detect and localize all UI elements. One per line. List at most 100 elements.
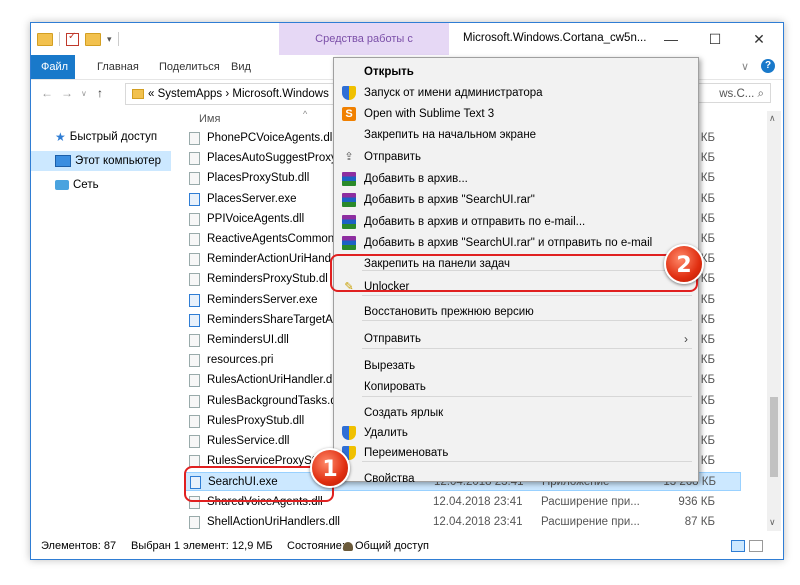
large-icons-view-icon[interactable] (749, 540, 763, 552)
dll-file-icon (189, 233, 200, 246)
network-icon (55, 180, 69, 190)
exe-file-icon (189, 313, 200, 327)
new-folder-icon[interactable] (85, 32, 101, 46)
step-badge-2: 2 (664, 244, 704, 284)
history-dropdown-icon[interactable]: ∨ (81, 89, 87, 98)
status-bar: Элементов: 87 Выбран 1 элемент: 12,9 МБ … (31, 535, 783, 557)
file-name: resources.pri (207, 354, 274, 367)
file-name: RemindersUI.dll (207, 334, 289, 346)
highlight-unlocker (330, 254, 698, 292)
menu-item-label: Свойства (364, 473, 415, 485)
menu-item-7[interactable]: Добавить в архив и отправить по e-mail..… (334, 211, 698, 233)
navigation-pane: ★ Быстрый доступ Этот компьютер Сеть (31, 111, 171, 531)
scrollbar-thumb[interactable] (770, 397, 778, 477)
menu-item-label: Вырезать (364, 360, 416, 372)
menu-item-label: Отправить (364, 333, 422, 345)
file-type: Расширение при... (541, 515, 640, 528)
dll-file-icon (189, 212, 200, 226)
nav-item-network[interactable]: Сеть (31, 175, 171, 195)
file-name: RemindersShareTargetAp (207, 313, 340, 326)
file-name: RulesActionUriHandler.d (207, 374, 333, 387)
share-state-label: Общий доступ (355, 540, 429, 552)
expand-ribbon-icon[interactable]: ∨ (731, 55, 759, 79)
menu-item-label: Удалить (364, 427, 408, 439)
help-icon[interactable]: ? (761, 59, 775, 73)
menu-separator (362, 461, 692, 462)
tab-file[interactable]: Файл (31, 55, 75, 79)
minimize-button[interactable]: — (655, 27, 687, 51)
nav-item-this-pc[interactable]: Этот компьютер (31, 151, 171, 171)
file-size: 936 КБ (678, 495, 715, 508)
divider (59, 32, 60, 46)
scroll-down-icon[interactable]: ∨ (769, 517, 776, 528)
forward-icon[interactable]: → (61, 86, 73, 100)
menu-item-14[interactable]: Копировать (334, 376, 698, 398)
submenu-arrow-icon: › (684, 332, 688, 346)
dll-file-icon (189, 273, 200, 287)
nav-item-label: Сеть (73, 179, 99, 191)
menu-item-5[interactable]: Добавить в архив... (334, 168, 698, 190)
file-name: RemindersServer.exe (207, 293, 318, 306)
computer-icon (55, 155, 71, 167)
divider (117, 32, 119, 46)
tab-view[interactable]: Вид (221, 55, 261, 79)
menu-separator (362, 295, 692, 296)
menu-item-label: Создать ярлык (364, 407, 444, 419)
menu-item-1[interactable]: Запуск от имени администратора (334, 82, 698, 104)
file-name: ShellActionUriHandlers.dll (207, 515, 340, 528)
details-view-icon[interactable] (731, 540, 745, 552)
menu-item-label: Открыть (364, 66, 414, 78)
up-icon[interactable]: ↑ (97, 86, 103, 100)
nav-item-label: Быстрый доступ (69, 131, 158, 143)
shield-icon (342, 426, 356, 440)
nav-item-quick-access[interactable]: ★ Быстрый доступ (31, 127, 171, 147)
file-name: RemindersProxyStub.dl (207, 273, 328, 286)
menu-item-12[interactable]: Отправить › (334, 328, 698, 350)
item-count: Элементов: 87 (41, 540, 117, 552)
tab-share[interactable]: Поделиться (149, 55, 230, 79)
menu-item-label: Добавить в архив... (364, 173, 468, 185)
menu-item-3[interactable]: Закрепить на начальном экране (334, 124, 698, 146)
contextual-tab-app-tools[interactable]: Средства работы с приложениями (279, 23, 449, 77)
file-name: PhonePCVoiceAgents.dll (207, 132, 335, 144)
maximize-button[interactable]: ☐ (699, 27, 731, 51)
properties-check-icon[interactable] (66, 31, 79, 46)
menu-item-15[interactable]: Создать ярлык (334, 402, 698, 424)
menu-item-16[interactable]: Удалить (334, 422, 698, 444)
menu-item-label: Добавить в архив "SearchUI.rar" и отправ… (364, 237, 653, 249)
column-header-name[interactable]: Имя (199, 113, 220, 125)
vertical-scrollbar[interactable]: ∧ ∨ (767, 111, 781, 531)
dll-file-icon (189, 253, 200, 267)
menu-separator (362, 396, 692, 397)
menu-item-18[interactable]: Свойства (334, 468, 698, 490)
customize-toolbar-icon[interactable]: ▾ (107, 34, 112, 45)
winrar-icon (342, 172, 356, 186)
scroll-up-icon[interactable]: ∧ (769, 113, 776, 124)
exe-file-icon (189, 192, 200, 206)
menu-item-2[interactable]: S Open with Sublime Text 3 (334, 103, 698, 125)
back-icon[interactable]: ← (41, 86, 53, 100)
menu-item-6[interactable]: Добавить в архив "SearchUI.rar" (334, 189, 698, 211)
menu-item-13[interactable]: Вырезать (334, 355, 698, 377)
tab-home[interactable]: Главная (87, 55, 149, 79)
winrar-icon (342, 236, 356, 250)
menu-item-label: Open with Sublime Text 3 (364, 108, 495, 120)
menu-item-0[interactable]: Открыть (334, 61, 698, 83)
file-name: PlacesProxyStub.dll (207, 172, 310, 185)
file-type: Расширение при... (541, 495, 640, 508)
menu-item-label: Запуск от имени администратора (364, 87, 543, 99)
people-icon (343, 541, 353, 551)
menu-item-label: Копировать (364, 381, 426, 393)
table-row[interactable]: ShellActionUriHandlers.dll 12.04.2018 23:… (185, 513, 741, 531)
dll-file-icon (189, 354, 200, 368)
file-size: 87 КБ (684, 515, 715, 528)
file-date: 12.04.2018 23:41 (433, 515, 523, 528)
dll-file-icon (189, 172, 200, 186)
address-path: « SystemApps › Microsoft.Windows (148, 88, 329, 100)
share-icon: ⇪ (344, 151, 354, 163)
window-title: Microsoft.Windows.Cortana_cw5n... (463, 32, 647, 44)
menu-item-4[interactable]: ⇪ Отправить (334, 146, 698, 168)
close-button[interactable]: ✕ (743, 27, 775, 51)
menu-item-8[interactable]: Добавить в архив "SearchUI.rar" и отправ… (334, 232, 698, 254)
exe-file-icon (189, 293, 200, 307)
